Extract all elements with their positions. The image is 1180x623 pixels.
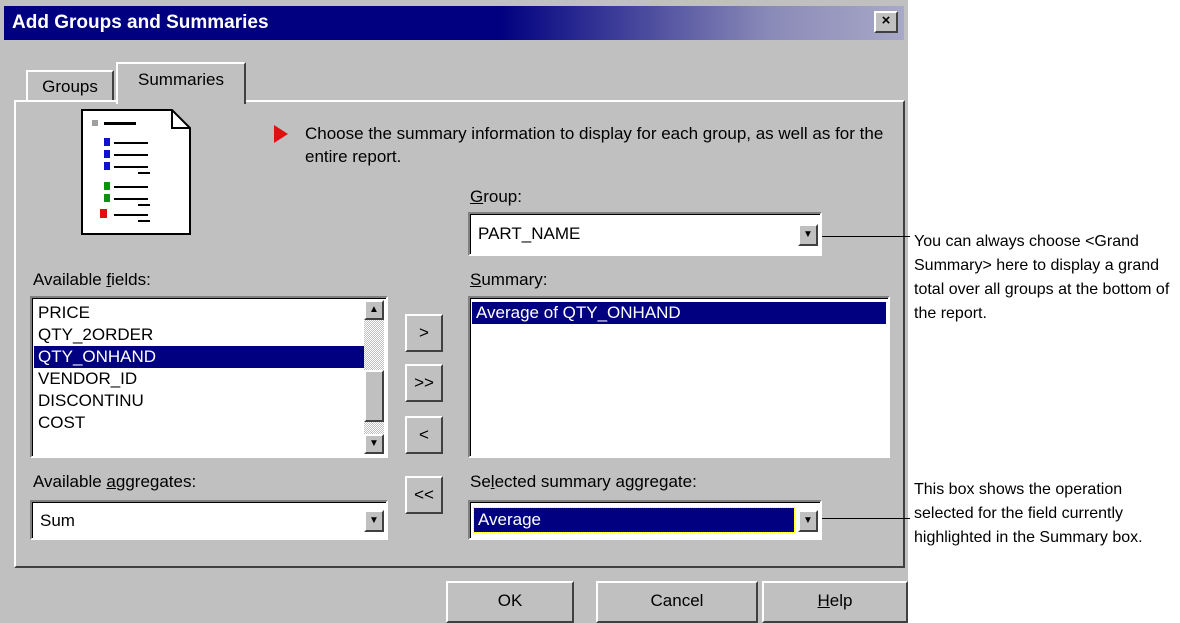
chevron-down-icon: ▼: [803, 515, 813, 526]
ok-button[interactable]: OK: [446, 581, 574, 623]
close-icon: ×: [881, 12, 891, 29]
chevron-down-icon: ▼: [803, 229, 813, 240]
selected-aggregate-dropdown-button[interactable]: ▼: [798, 510, 818, 532]
group-value: PART_NAME: [478, 224, 581, 243]
selected-aggregate-value: Average: [478, 510, 542, 529]
selected-summary-aggregate-label: Selected summary aggregate:: [470, 472, 697, 491]
tab-groups-label: Groups: [42, 77, 98, 96]
list-item[interactable]: QTY_2ORDER: [34, 324, 364, 346]
available-fields-listbox[interactable]: PRICE QTY_2ORDER QTY_ONHAND VENDOR_ID DI…: [30, 296, 388, 458]
tab-summaries-label: Summaries: [138, 70, 224, 89]
group-dropdown-button[interactable]: ▼: [798, 224, 818, 246]
aggregate-leader-line: [822, 518, 910, 519]
red-arrow-icon: [274, 125, 288, 143]
fields-scrollbar[interactable]: ▲ ▼: [364, 300, 384, 454]
remove-all-button[interactable]: <<: [405, 476, 443, 514]
summary-listbox[interactable]: Average of QTY_ONHAND: [468, 296, 890, 458]
dialog-window: Add Groups and Summaries × Groups Summar…: [0, 0, 908, 623]
title-bar[interactable]: Add Groups and Summaries ×: [4, 6, 904, 40]
scroll-down-button[interactable]: ▼: [364, 434, 384, 454]
add-button[interactable]: >: [405, 314, 443, 352]
group-label: Group:: [470, 187, 522, 206]
remove-button[interactable]: <: [405, 416, 443, 454]
help-button[interactable]: Help: [762, 581, 908, 623]
cancel-button[interactable]: Cancel: [596, 581, 758, 623]
group-annotation: You can always choose <Grand Summary> he…: [914, 233, 1170, 322]
group-leader-line: [822, 236, 910, 237]
group-combobox[interactable]: PART_NAME ▼: [468, 212, 822, 256]
scroll-down-icon: ▼: [369, 438, 379, 449]
scroll-thumb[interactable]: [364, 370, 384, 422]
list-item-selected[interactable]: QTY_ONHAND: [34, 346, 364, 368]
close-button[interactable]: ×: [874, 11, 898, 33]
available-aggregates-label: Available aggregates:: [33, 472, 197, 491]
list-item[interactable]: VENDOR_ID: [34, 368, 364, 390]
available-aggregates-value: Sum: [40, 511, 75, 530]
list-item[interactable]: COST: [34, 412, 364, 434]
window-title: Add Groups and Summaries: [12, 12, 269, 33]
add-all-button[interactable]: >>: [405, 364, 443, 402]
scroll-up-button[interactable]: ▲: [364, 300, 384, 320]
chevron-down-icon: ▼: [369, 515, 379, 526]
aggregates-dropdown-button[interactable]: ▼: [364, 510, 384, 532]
aggregate-annotation: This box shows the operation selected fo…: [914, 481, 1143, 546]
scroll-up-icon: ▲: [369, 304, 379, 315]
list-item[interactable]: PRICE: [34, 302, 364, 324]
tab-groups[interactable]: Groups: [26, 70, 114, 102]
selected-aggregate-highlight: Average: [473, 507, 795, 533]
instruction-text: Choose the summary information to displa…: [305, 124, 884, 166]
report-document-icon: [81, 109, 191, 235]
summary-label: Summary:: [470, 270, 548, 289]
selected-summary-aggregate-combobox[interactable]: Average ▼: [468, 500, 822, 540]
tab-summaries[interactable]: Summaries: [116, 62, 246, 104]
available-aggregates-combobox[interactable]: Sum ▼: [30, 500, 388, 540]
list-item-selected[interactable]: Average of QTY_ONHAND: [472, 302, 886, 324]
available-fields-label: Available fields:: [33, 270, 151, 289]
list-item[interactable]: DISCONTINU: [34, 390, 364, 412]
